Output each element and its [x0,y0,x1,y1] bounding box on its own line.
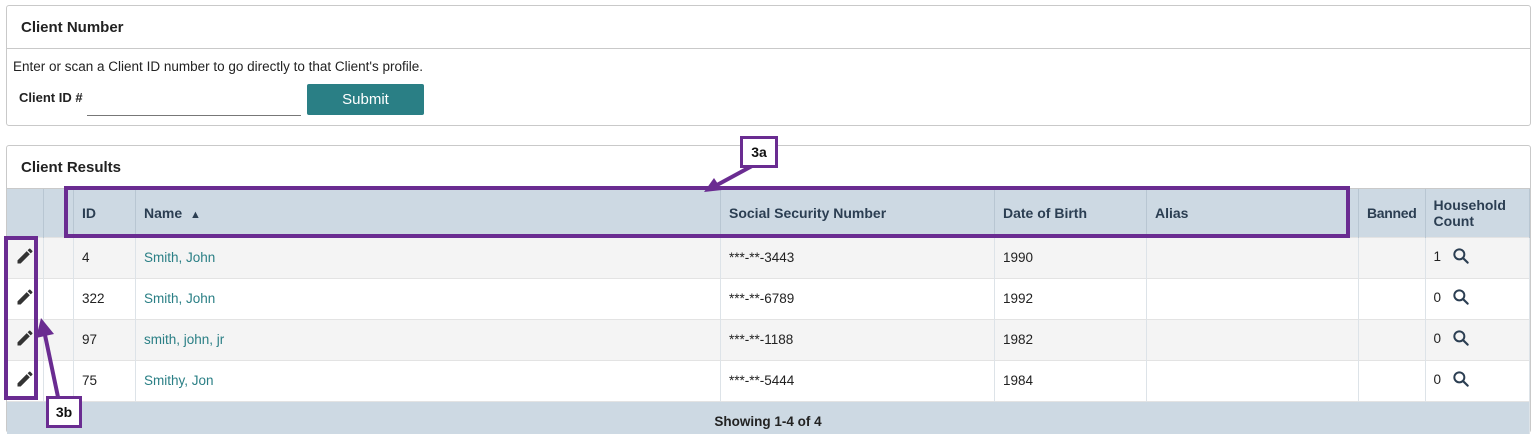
annotation-label-3b: 3b [46,396,82,428]
annotation-arrow-3b [43,334,60,398]
annotation-arrow-3a [716,164,753,187]
annotation-label-3a: 3a [740,136,778,168]
annotation-arrows [36,164,753,398]
annotation-arrowhead-3b [36,318,54,338]
